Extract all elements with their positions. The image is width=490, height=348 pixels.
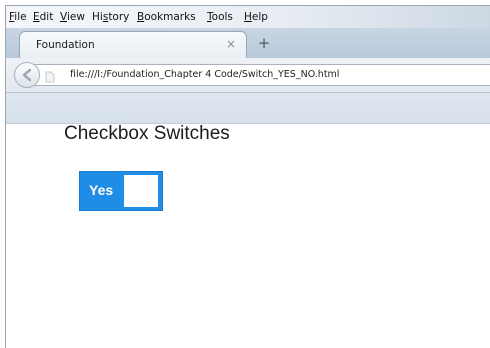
switch-label: Yes xyxy=(89,182,114,198)
menu-file[interactable]: File xyxy=(9,11,27,23)
navigation-bar: file:///I:/Foundation_Chapter 4 Code/Swi… xyxy=(6,58,490,93)
tab-foundation[interactable]: Foundation × xyxy=(19,31,247,59)
menu-bookmarks[interactable]: Bookmarks xyxy=(137,11,196,23)
url-text[interactable]: file:///I:/Foundation_Chapter 4 Code/Swi… xyxy=(70,69,339,80)
new-tab-button[interactable]: + xyxy=(252,33,276,55)
menu-tools[interactable]: Tools xyxy=(207,11,233,23)
page-heading: Checkbox Switches xyxy=(64,123,230,144)
back-button[interactable] xyxy=(14,62,40,88)
menu-bar: File Edit View History Bookmarks Tools H… xyxy=(6,6,490,28)
menu-history[interactable]: History xyxy=(92,11,129,23)
page-content xyxy=(6,124,490,348)
bookmarks-toolbar xyxy=(6,93,490,124)
browser-window: File Edit View History Bookmarks Tools H… xyxy=(5,5,490,348)
back-arrow-icon xyxy=(22,68,32,82)
close-tab-icon[interactable]: × xyxy=(226,37,236,51)
menu-view[interactable]: View xyxy=(60,11,85,23)
menu-help[interactable]: Help xyxy=(244,11,268,23)
switch-knob[interactable] xyxy=(124,175,158,207)
url-bar[interactable]: file:///I:/Foundation_Chapter 4 Code/Swi… xyxy=(29,64,490,86)
page-identity-icon[interactable] xyxy=(44,68,56,87)
tab-title: Foundation xyxy=(36,39,95,51)
menu-edit[interactable]: Edit xyxy=(33,11,53,23)
yes-no-switch[interactable]: Yes xyxy=(79,171,163,211)
tab-strip: Foundation × + xyxy=(6,28,490,59)
